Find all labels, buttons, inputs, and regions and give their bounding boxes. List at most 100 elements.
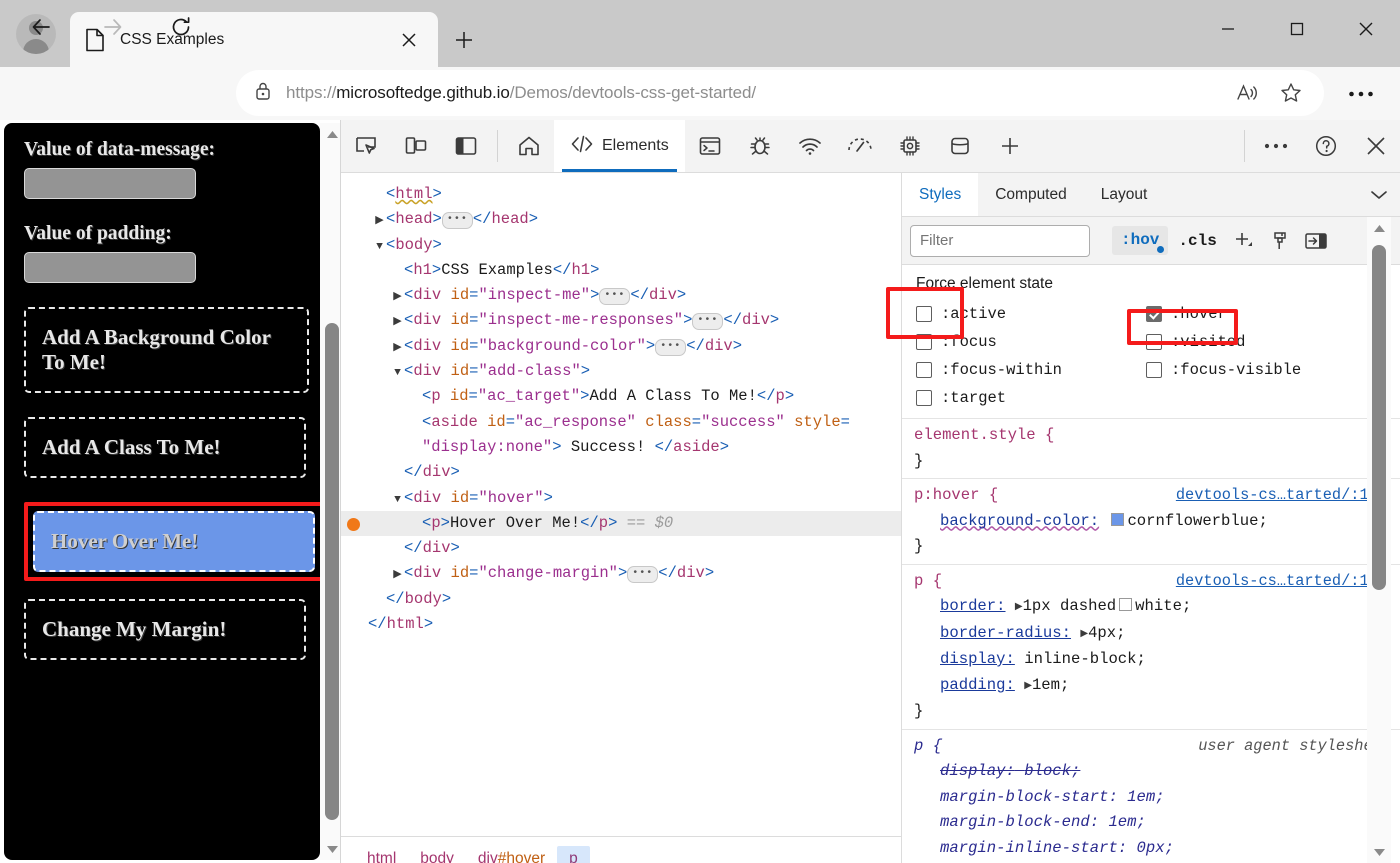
css-property-value[interactable]: cornflowerblue — [1127, 512, 1258, 530]
force-state-target[interactable]: :target — [916, 386, 1146, 410]
css-property-name[interactable]: padding: — [940, 676, 1015, 694]
dock-side-icon[interactable] — [441, 120, 491, 172]
dom-tree-row[interactable]: "display:none"> Success! </aside> — [341, 435, 901, 460]
padding-input[interactable] — [24, 252, 196, 283]
css-rule[interactable]: p {devtools-cs…tarted/:133border: ▶ 1px … — [902, 565, 1400, 730]
force-state-grid[interactable]: :active:hover:focus:visited:focus-within… — [916, 302, 1387, 410]
breadcrumb-item-p[interactable]: p — [557, 846, 590, 863]
reload-icon[interactable] — [162, 8, 200, 46]
checkbox[interactable] — [1146, 306, 1162, 322]
tab-memory-chip-icon[interactable] — [885, 120, 935, 172]
tab-performance-gauge-icon[interactable] — [835, 120, 885, 172]
tab-network-wifi-icon[interactable] — [785, 120, 835, 172]
styles-scroll-down-arrow-icon[interactable] — [1367, 841, 1391, 863]
dom-tree-row[interactable]: </div> — [341, 536, 901, 561]
checkbox[interactable] — [916, 362, 932, 378]
checkbox[interactable] — [916, 306, 932, 322]
css-property-value[interactable]: 1em — [1108, 813, 1136, 831]
force-state-focus-visible[interactable]: :focus-visible — [1146, 358, 1387, 382]
css-declaration[interactable]: display: inline-block; — [914, 647, 1400, 673]
filter-input[interactable] — [910, 225, 1090, 257]
new-tab-button[interactable] — [446, 22, 482, 58]
expand-dots-icon[interactable]: ••• — [599, 288, 630, 305]
new-style-rule-plus-icon[interactable] — [1227, 224, 1261, 258]
dom-tree-row[interactable]: ▼<div id="hover"> — [341, 486, 901, 511]
dom-tree-row[interactable]: ▶<div id="inspect-me-responses">•••</div… — [341, 308, 901, 333]
css-property-name[interactable]: background-color: — [940, 512, 1099, 530]
twisty-expanded-icon[interactable]: ▼ — [391, 361, 404, 386]
devtools-close-icon[interactable] — [1351, 120, 1400, 172]
force-state-hover[interactable]: :hover — [1146, 302, 1387, 326]
dom-tree-pane[interactable]: <html>▶<head>•••</head>▼<body><h1>CSS Ex… — [341, 173, 901, 836]
dom-tree[interactable]: <html>▶<head>•••</head>▼<body><h1>CSS Ex… — [341, 173, 901, 637]
css-property-name[interactable]: display: — [940, 650, 1015, 668]
star-icon[interactable] — [1272, 74, 1310, 112]
css-property-name[interactable]: display: — [940, 762, 1015, 780]
breakpoint-dot-icon[interactable] — [347, 518, 360, 531]
window-close-icon[interactable] — [1331, 0, 1400, 58]
device-emulation-icon[interactable] — [391, 120, 441, 172]
tab-computed[interactable]: Computed — [978, 173, 1084, 216]
css-property-value[interactable]: block — [1024, 762, 1071, 780]
dom-tree-row[interactable]: </div> — [341, 460, 901, 485]
styles-scroll-up-arrow-icon[interactable] — [1367, 217, 1391, 239]
tab-sources-debug-bug-icon[interactable] — [735, 120, 785, 172]
styles-scrollbar-thumb[interactable] — [1372, 245, 1386, 590]
force-state-visited[interactable]: :visited — [1146, 330, 1387, 354]
checkbox[interactable] — [916, 390, 932, 406]
browser-settings-ellipsis-icon[interactable] — [1340, 76, 1382, 112]
breadcrumb[interactable]: htmlbodydiv#hoverp — [341, 836, 901, 863]
css-source-link[interactable]: devtools-cs…tarted/:133 — [1176, 569, 1387, 595]
css-property-name[interactable]: border: — [940, 597, 1006, 615]
css-property-name[interactable]: border-radius: — [940, 624, 1071, 642]
css-property-name[interactable]: margin-block-end: — [940, 813, 1099, 831]
element-classes-cls-button[interactable]: .cls — [1170, 227, 1224, 255]
twisty-collapsed-icon[interactable]: ▶ — [391, 310, 404, 335]
expand-triangle-icon[interactable]: ▶ — [1015, 595, 1023, 621]
css-property-value[interactable]: 1px dashed — [1023, 597, 1117, 615]
back-arrow-icon[interactable] — [22, 8, 60, 46]
css-property-name[interactable]: margin-inline-start: — [940, 839, 1127, 857]
styles-scrollbar[interactable] — [1367, 217, 1391, 863]
copy-styles-brush-icon[interactable] — [1263, 224, 1297, 258]
devtools-ellipsis-icon[interactable] — [1251, 120, 1301, 172]
color-swatch[interactable] — [1111, 513, 1124, 526]
tab-application-database-icon[interactable] — [935, 120, 985, 172]
css-property-value[interactable]: 1em — [1032, 676, 1060, 694]
css-property-name[interactable]: margin-block-start: — [940, 788, 1118, 806]
change-margin-box[interactable]: Change My Margin! — [24, 599, 306, 660]
inspect-element-icon[interactable] — [341, 120, 391, 172]
breadcrumb-item-div[interactable]: div#hover — [466, 846, 557, 863]
home-icon[interactable] — [504, 120, 554, 172]
toggle-sidebar-icon[interactable] — [1299, 224, 1333, 258]
maximize-icon[interactable] — [1262, 0, 1331, 58]
expand-dots-icon[interactable]: ••• — [442, 212, 473, 229]
dom-tree-row[interactable]: </body> — [341, 587, 901, 612]
css-rule[interactable]: p {user agent stylesheetdisplay: block;m… — [902, 730, 1400, 863]
twisty-collapsed-icon[interactable]: ▶ — [391, 336, 404, 361]
force-state-focus[interactable]: :focus — [916, 330, 1146, 354]
twisty-expanded-icon[interactable]: ▼ — [391, 488, 404, 513]
color-swatch[interactable] — [1119, 598, 1132, 611]
css-declaration[interactable]: margin-block-start: 1em; — [914, 785, 1400, 811]
css-declaration[interactable]: margin-inline-start: 0px; — [914, 836, 1400, 862]
dom-tree-row[interactable]: ▶<div id="inspect-me">•••</div> — [341, 283, 901, 308]
dom-tree-row[interactable]: </html> — [341, 612, 901, 637]
dom-tree-row[interactable]: ▶<div id="change-margin">•••</div> — [341, 561, 901, 586]
css-property-value[interactable]: 4px — [1088, 624, 1116, 642]
breadcrumb-item-html[interactable]: html — [355, 846, 408, 863]
add-class-box[interactable]: Add A Class To Me! — [24, 417, 306, 478]
tab-elements[interactable]: Elements — [554, 120, 685, 172]
css-property-value[interactable]: white — [1135, 597, 1182, 615]
css-declaration[interactable]: background-color: cornflowerblue; — [914, 509, 1400, 535]
expand-dots-icon[interactable]: ••• — [692, 313, 723, 330]
expand-triangle-icon[interactable]: ▶ — [1024, 674, 1032, 700]
chevron-down-icon[interactable] — [1357, 173, 1400, 216]
dom-tree-row[interactable]: ▼<div id="add-class"> — [341, 359, 901, 384]
expand-triangle-icon[interactable]: ▶ — [1080, 622, 1088, 648]
css-property-value[interactable]: 0px — [1137, 839, 1165, 857]
dom-tree-row[interactable]: <h1>CSS Examples</h1> — [341, 258, 901, 283]
read-aloud-icon[interactable] — [1228, 74, 1266, 112]
css-rule[interactable]: p:hover {devtools-cs…tarted/:140backgrou… — [902, 479, 1400, 565]
dom-tree-row[interactable]: <p id="ac_target">Add A Class To Me!</p> — [341, 384, 901, 409]
